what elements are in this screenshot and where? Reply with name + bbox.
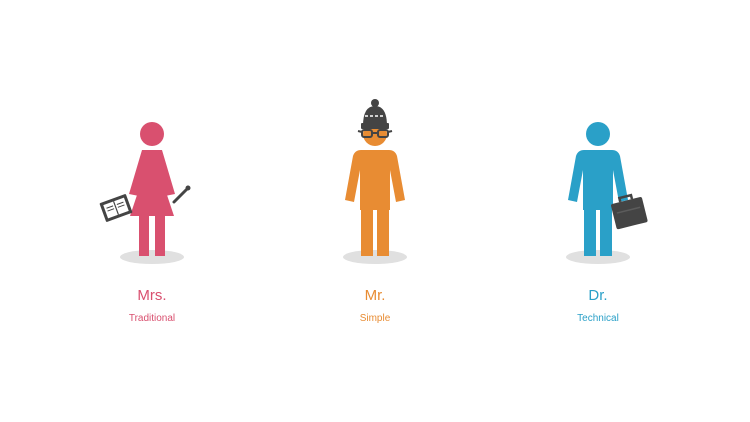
persona-title: Dr. (588, 287, 608, 304)
man-with-briefcase-icon (566, 122, 648, 264)
persona-dr: Dr. Technical (518, 90, 678, 340)
floor-shadow (120, 250, 184, 264)
persona-subtitle: Simple (359, 313, 391, 324)
man-figure (568, 122, 628, 256)
man-with-beanie-and-glasses-icon (343, 99, 407, 264)
floor-shadow (566, 250, 630, 264)
persona-subtitle: Traditional (128, 313, 176, 324)
persona-gallery: Mrs. Traditional Mr. Simple Dr. Technica… (0, 0, 750, 422)
floor-shadow (343, 250, 407, 264)
woman-with-tablet-and-pen-icon (99, 122, 191, 264)
man-figure (345, 122, 405, 256)
persona-title: Mrs. (137, 287, 167, 304)
beanie-icon (361, 99, 389, 129)
tablet-icon (99, 194, 133, 222)
briefcase-icon (611, 193, 648, 230)
persona-mrs: Mrs. Traditional (72, 90, 232, 340)
woman-figure (129, 122, 175, 256)
persona-mr: Mr. Simple (295, 90, 455, 340)
pen-icon (172, 185, 191, 204)
persona-title: Mr. (364, 287, 386, 304)
persona-subtitle: Technical (577, 313, 619, 324)
